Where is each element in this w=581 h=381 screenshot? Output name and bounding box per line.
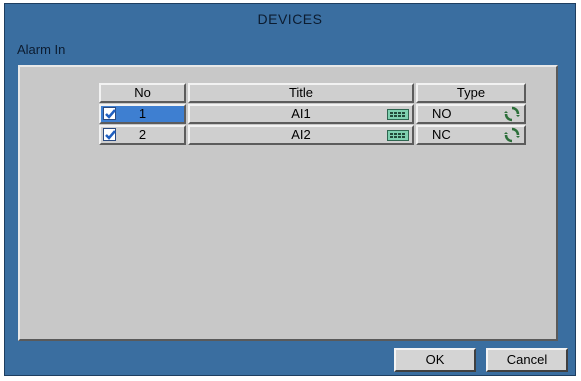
devices-dialog: DEVICES Alarm In No Title Type 1 AI1 NO bbox=[4, 3, 576, 376]
row-1-checkbox[interactable] bbox=[103, 107, 116, 120]
row-2-type-cell[interactable]: NC bbox=[416, 125, 526, 145]
row-1-title: AI1 bbox=[291, 106, 311, 121]
keyboard-icon[interactable] bbox=[387, 109, 409, 120]
row-2-type: NC bbox=[432, 127, 451, 142]
column-header-title: Title bbox=[188, 83, 414, 103]
keyboard-icon[interactable] bbox=[387, 130, 409, 141]
ok-button[interactable]: OK bbox=[394, 348, 476, 372]
checkmark-icon bbox=[105, 130, 116, 140]
row-1-no-cell[interactable]: 1 bbox=[99, 104, 186, 124]
section-label: Alarm In bbox=[17, 42, 66, 57]
column-header-type: Type bbox=[416, 83, 526, 103]
row-2-checkbox[interactable] bbox=[103, 128, 116, 141]
column-header-no: No bbox=[99, 83, 186, 103]
row-1-type-cell[interactable]: NO bbox=[416, 104, 526, 124]
cycle-icon[interactable] bbox=[504, 127, 520, 143]
cycle-icon[interactable] bbox=[504, 106, 520, 122]
row-2-title: AI2 bbox=[291, 127, 311, 142]
row-1-number: 1 bbox=[138, 106, 147, 121]
cancel-button[interactable]: Cancel bbox=[486, 348, 568, 372]
row-1-type: NO bbox=[432, 106, 452, 121]
row-2-title-cell[interactable]: AI2 bbox=[188, 125, 414, 145]
checkmark-icon bbox=[105, 109, 116, 119]
dialog-title: DEVICES bbox=[257, 11, 323, 27]
alarm-in-panel: No Title Type 1 AI1 NO 2 AI2 NC bbox=[18, 65, 558, 341]
row-2-number: 2 bbox=[138, 127, 147, 142]
row-1-title-cell[interactable]: AI1 bbox=[188, 104, 414, 124]
row-2-no-cell[interactable]: 2 bbox=[99, 125, 186, 145]
